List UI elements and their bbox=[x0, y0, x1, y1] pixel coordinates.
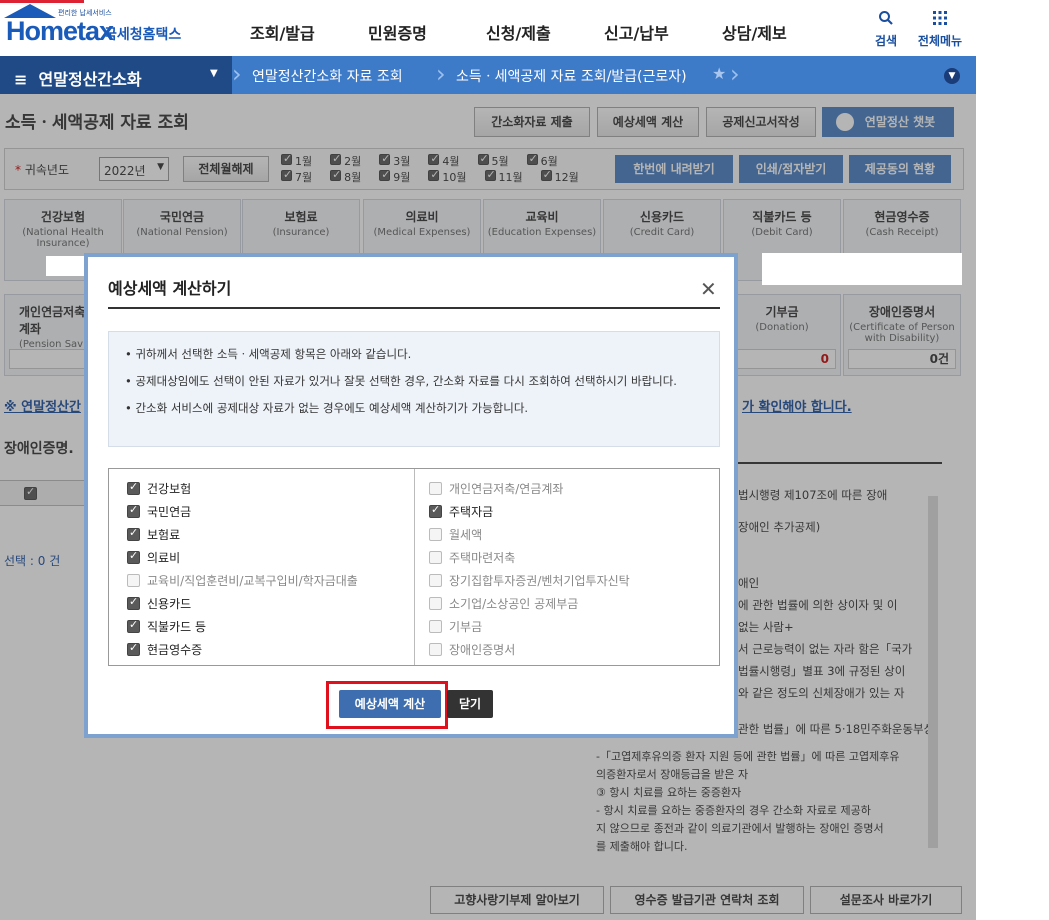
deduction-item[interactable]: 직불카드 등 bbox=[127, 615, 432, 638]
close-button[interactable]: 닫기 bbox=[447, 690, 493, 718]
checkbox-checked[interactable] bbox=[127, 595, 140, 610]
close-icon[interactable]: ✕ bbox=[700, 277, 717, 301]
notice-item: • 간소화 서비스에 공제대상 자료가 없는 경우에도 예상세액 계산하기가 가… bbox=[125, 401, 529, 415]
notice-item: • 귀하께서 선택한 소득ㆍ세액공제 항목은 아래와 같습니다. bbox=[125, 347, 412, 361]
deduction-item[interactable]: 국민연금 bbox=[127, 500, 432, 523]
section-menu-label: 연말정산간소화 bbox=[38, 70, 142, 89]
gnb-item[interactable]: 신고/납부 bbox=[604, 20, 722, 44]
modal-title: 예상세액 계산하기 bbox=[108, 279, 232, 298]
gnb-item[interactable]: 상담/제보 bbox=[722, 20, 840, 44]
deduction-item[interactable]: 보험료 bbox=[127, 523, 432, 546]
deduction-item: 교육비/직업훈련비/교복구입비/학자금대출 bbox=[127, 569, 432, 592]
checkbox-checked[interactable] bbox=[127, 549, 140, 564]
checkbox-disabled bbox=[429, 643, 442, 656]
deduction-item[interactable]: 주택자금 bbox=[429, 500, 734, 523]
deduction-item[interactable]: 신용카드 bbox=[127, 592, 432, 615]
modal-divider bbox=[108, 307, 720, 309]
deduction-item[interactable]: 현금영수증 bbox=[127, 638, 432, 661]
breadcrumb-separator-icon: › bbox=[232, 60, 242, 88]
notice-item: • 공제대상임에도 선택이 안된 자료가 있거나 잘못 선택한 경우, 간소화 … bbox=[125, 374, 677, 388]
deduction-item: 소기업/소상공인 공제부금 bbox=[429, 592, 734, 615]
hometax-logo[interactable]: 편리한 납세서비스 Hometax 국세청홈택스 bbox=[0, 0, 230, 56]
caret-down-icon: ▼ bbox=[210, 68, 218, 79]
deduction-item: 장기집합투자증권/벤처기업투자신탁 bbox=[429, 569, 734, 592]
checkbox-checked[interactable] bbox=[127, 480, 140, 495]
estimate-tax-modal: 예상세액 계산하기 ✕ • 귀하께서 선택한 소득ㆍ세액공제 항목은 아래와 같… bbox=[84, 253, 738, 738]
checkbox-checked[interactable] bbox=[127, 503, 140, 518]
checkbox-checked[interactable] bbox=[127, 526, 140, 541]
deduction-item-list: 건강보험 국민연금 보험료 의료비 교육비/직업훈련비/교복구입비/학자금대출 … bbox=[108, 468, 720, 666]
deduction-list-right: 개인연금저축/연금계좌 주택자금 월세액 주택마련저축 장기집합투자증권/벤처기… bbox=[429, 477, 734, 661]
checkbox-disabled bbox=[429, 482, 442, 495]
checkbox-disabled bbox=[429, 528, 442, 541]
masked-area bbox=[762, 253, 962, 285]
checkbox-checked[interactable] bbox=[429, 503, 442, 518]
deduction-item: 장애인증명서 bbox=[429, 638, 734, 661]
all-menu-button[interactable]: 전체메뉴 bbox=[910, 10, 970, 49]
checkbox-disabled bbox=[429, 620, 442, 633]
breadcrumb-separator-icon: › bbox=[730, 60, 740, 88]
masked-area bbox=[46, 256, 86, 276]
favorite-star-icon[interactable]: ★ bbox=[712, 64, 726, 83]
deduction-item: 주택마련저축 bbox=[429, 546, 734, 569]
deduction-item[interactable]: 의료비 bbox=[127, 546, 432, 569]
breadcrumb-item[interactable]: 연말정산간소화 자료 조회 bbox=[252, 56, 403, 94]
gnb-item[interactable]: 민원증명 bbox=[368, 20, 486, 44]
hamburger-icon: ≡ bbox=[14, 70, 28, 89]
section-menu-dropdown[interactable]: ≡ 연말정산간소화 ▼ bbox=[0, 56, 232, 94]
checkbox-disabled bbox=[127, 574, 140, 587]
logo-korean-name: 국세청홈택스 bbox=[104, 27, 182, 43]
global-nav: 조회/발급 민원증명 신청/제출 신고/납부 상담/제보 bbox=[250, 20, 840, 44]
logo-wordmark: Hometax bbox=[6, 16, 114, 46]
checkbox-disabled bbox=[429, 551, 442, 564]
calculate-estimate-button[interactable]: 예상세액 계산 bbox=[339, 690, 441, 718]
search-icon bbox=[864, 10, 908, 30]
deduction-item[interactable]: 건강보험 bbox=[127, 477, 432, 500]
gnb-item[interactable]: 조회/발급 bbox=[250, 20, 368, 44]
breadcrumb-separator-icon: › bbox=[436, 60, 446, 88]
modal-notice: • 귀하께서 선택한 소득ㆍ세액공제 항목은 아래와 같습니다. • 공제대상임… bbox=[108, 331, 720, 447]
checkbox-checked[interactable] bbox=[127, 618, 140, 633]
checkbox-disabled bbox=[429, 574, 442, 587]
search-button[interactable]: 검색 bbox=[864, 10, 908, 49]
gnb-item[interactable]: 신청/제출 bbox=[486, 20, 604, 44]
deduction-item: 기부금 bbox=[429, 615, 734, 638]
search-label: 검색 bbox=[874, 34, 898, 48]
chevron-down-icon[interactable]: ▼ bbox=[944, 68, 960, 84]
checkbox-checked[interactable] bbox=[127, 641, 140, 656]
deduction-item: 개인연금저축/연금계좌 bbox=[429, 477, 734, 500]
deduction-list-left: 건강보험 국민연금 보험료 의료비 교육비/직업훈련비/교복구입비/학자금대출 … bbox=[127, 477, 432, 661]
breadcrumb-current[interactable]: 소득ㆍ세액공제 자료 조회/발급(근로자) bbox=[456, 56, 687, 94]
checkbox-disabled bbox=[429, 597, 442, 610]
all-menu-label: 전체메뉴 bbox=[917, 34, 963, 48]
grid-menu-icon bbox=[910, 10, 970, 30]
deduction-item: 월세액 bbox=[429, 523, 734, 546]
